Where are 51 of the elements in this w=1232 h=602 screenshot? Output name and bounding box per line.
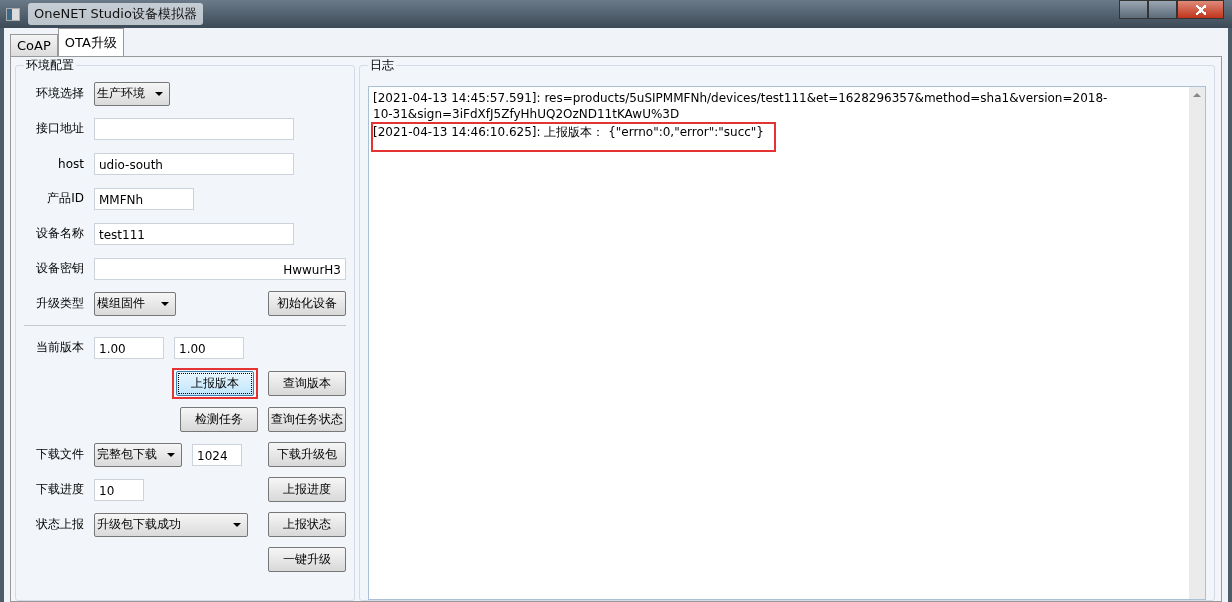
input-field[interactable]: 10 [94, 478, 144, 501]
log-entry: [2021-04-13 14:45:57.591]: res=products/5uSIPMMFNh/devices/test111&et=1628296357&method=sha1&version=2018-10-31&sign=3iFdXfJ5ZfyHhUQ2OzND11tKAwU%3D [372, 90, 1109, 122]
minimize-button[interactable] [1119, 0, 1148, 19]
caret-icon [167, 452, 175, 457]
field-label: 下载文件 [35, 446, 84, 463]
field-label: 当前版本 [35, 339, 84, 356]
tab[interactable]: CoAP [10, 34, 58, 56]
button[interactable]: 检测任务 [180, 406, 258, 432]
scrollbar[interactable] [1189, 87, 1205, 599]
dropdown[interactable]: 生产环境 [94, 81, 170, 106]
input-field[interactable]: udio-south [94, 152, 294, 175]
caret-icon [155, 91, 163, 96]
button[interactable]: 一键升级 [268, 547, 346, 572]
field-label: 接口地址 [35, 120, 84, 137]
scroll-up-icon[interactable] [1193, 93, 1201, 97]
input-field[interactable] [94, 117, 294, 140]
field-label: host [57, 156, 84, 171]
maximize-button[interactable] [1148, 0, 1177, 19]
close-icon [1195, 4, 1206, 15]
field-label: 状态上报 [34, 516, 84, 533]
button[interactable]: 上报版本 [176, 370, 254, 396]
button[interactable]: 初始化设备 [268, 291, 346, 316]
field-label: 设备密钥 [35, 260, 84, 277]
field-label: 升级类型 [35, 295, 84, 312]
input-field[interactable]: MMFNh [94, 187, 194, 210]
button[interactable]: 上报进度 [268, 477, 346, 502]
caret-icon [161, 301, 169, 306]
window-title: OneNET Studio设备模拟器 [28, 3, 203, 25]
button[interactable]: 查询版本 [268, 370, 346, 396]
window-icon [6, 7, 20, 21]
input-field[interactable]: HwwurH3 [94, 257, 346, 280]
input-field[interactable]: 1024 [192, 443, 242, 466]
caret-icon [233, 522, 242, 527]
group-title: 日志 [369, 57, 395, 74]
button[interactable]: 下载升级包 [268, 442, 346, 467]
field-label: 下载进度 [35, 481, 84, 498]
field-label: 产品ID [46, 190, 84, 207]
button[interactable]: 查询任务状态 [268, 406, 346, 432]
input-field[interactable]: 1.00 [94, 336, 164, 359]
close-button[interactable] [1177, 0, 1224, 19]
dropdown[interactable]: 模组固件 [94, 291, 176, 316]
field-label: 环境选择 [35, 85, 84, 102]
button[interactable]: 上报状态 [268, 512, 346, 537]
group-title: 环境配置 [25, 57, 75, 74]
input-field[interactable]: 1.00 [174, 336, 244, 359]
dropdown[interactable]: 升级包下载成功 [93, 512, 249, 537]
dropdown[interactable]: 完整包下载 [94, 442, 182, 467]
log-entry: [2021-04-13 14:46:10.625]: 上报版本： {"errno":0,"error":"succ"} [371, 122, 776, 152]
field-label: 设备名称 [35, 225, 84, 242]
input-field[interactable]: test111 [94, 222, 294, 245]
tab[interactable]: OTA升级 [57, 28, 124, 56]
